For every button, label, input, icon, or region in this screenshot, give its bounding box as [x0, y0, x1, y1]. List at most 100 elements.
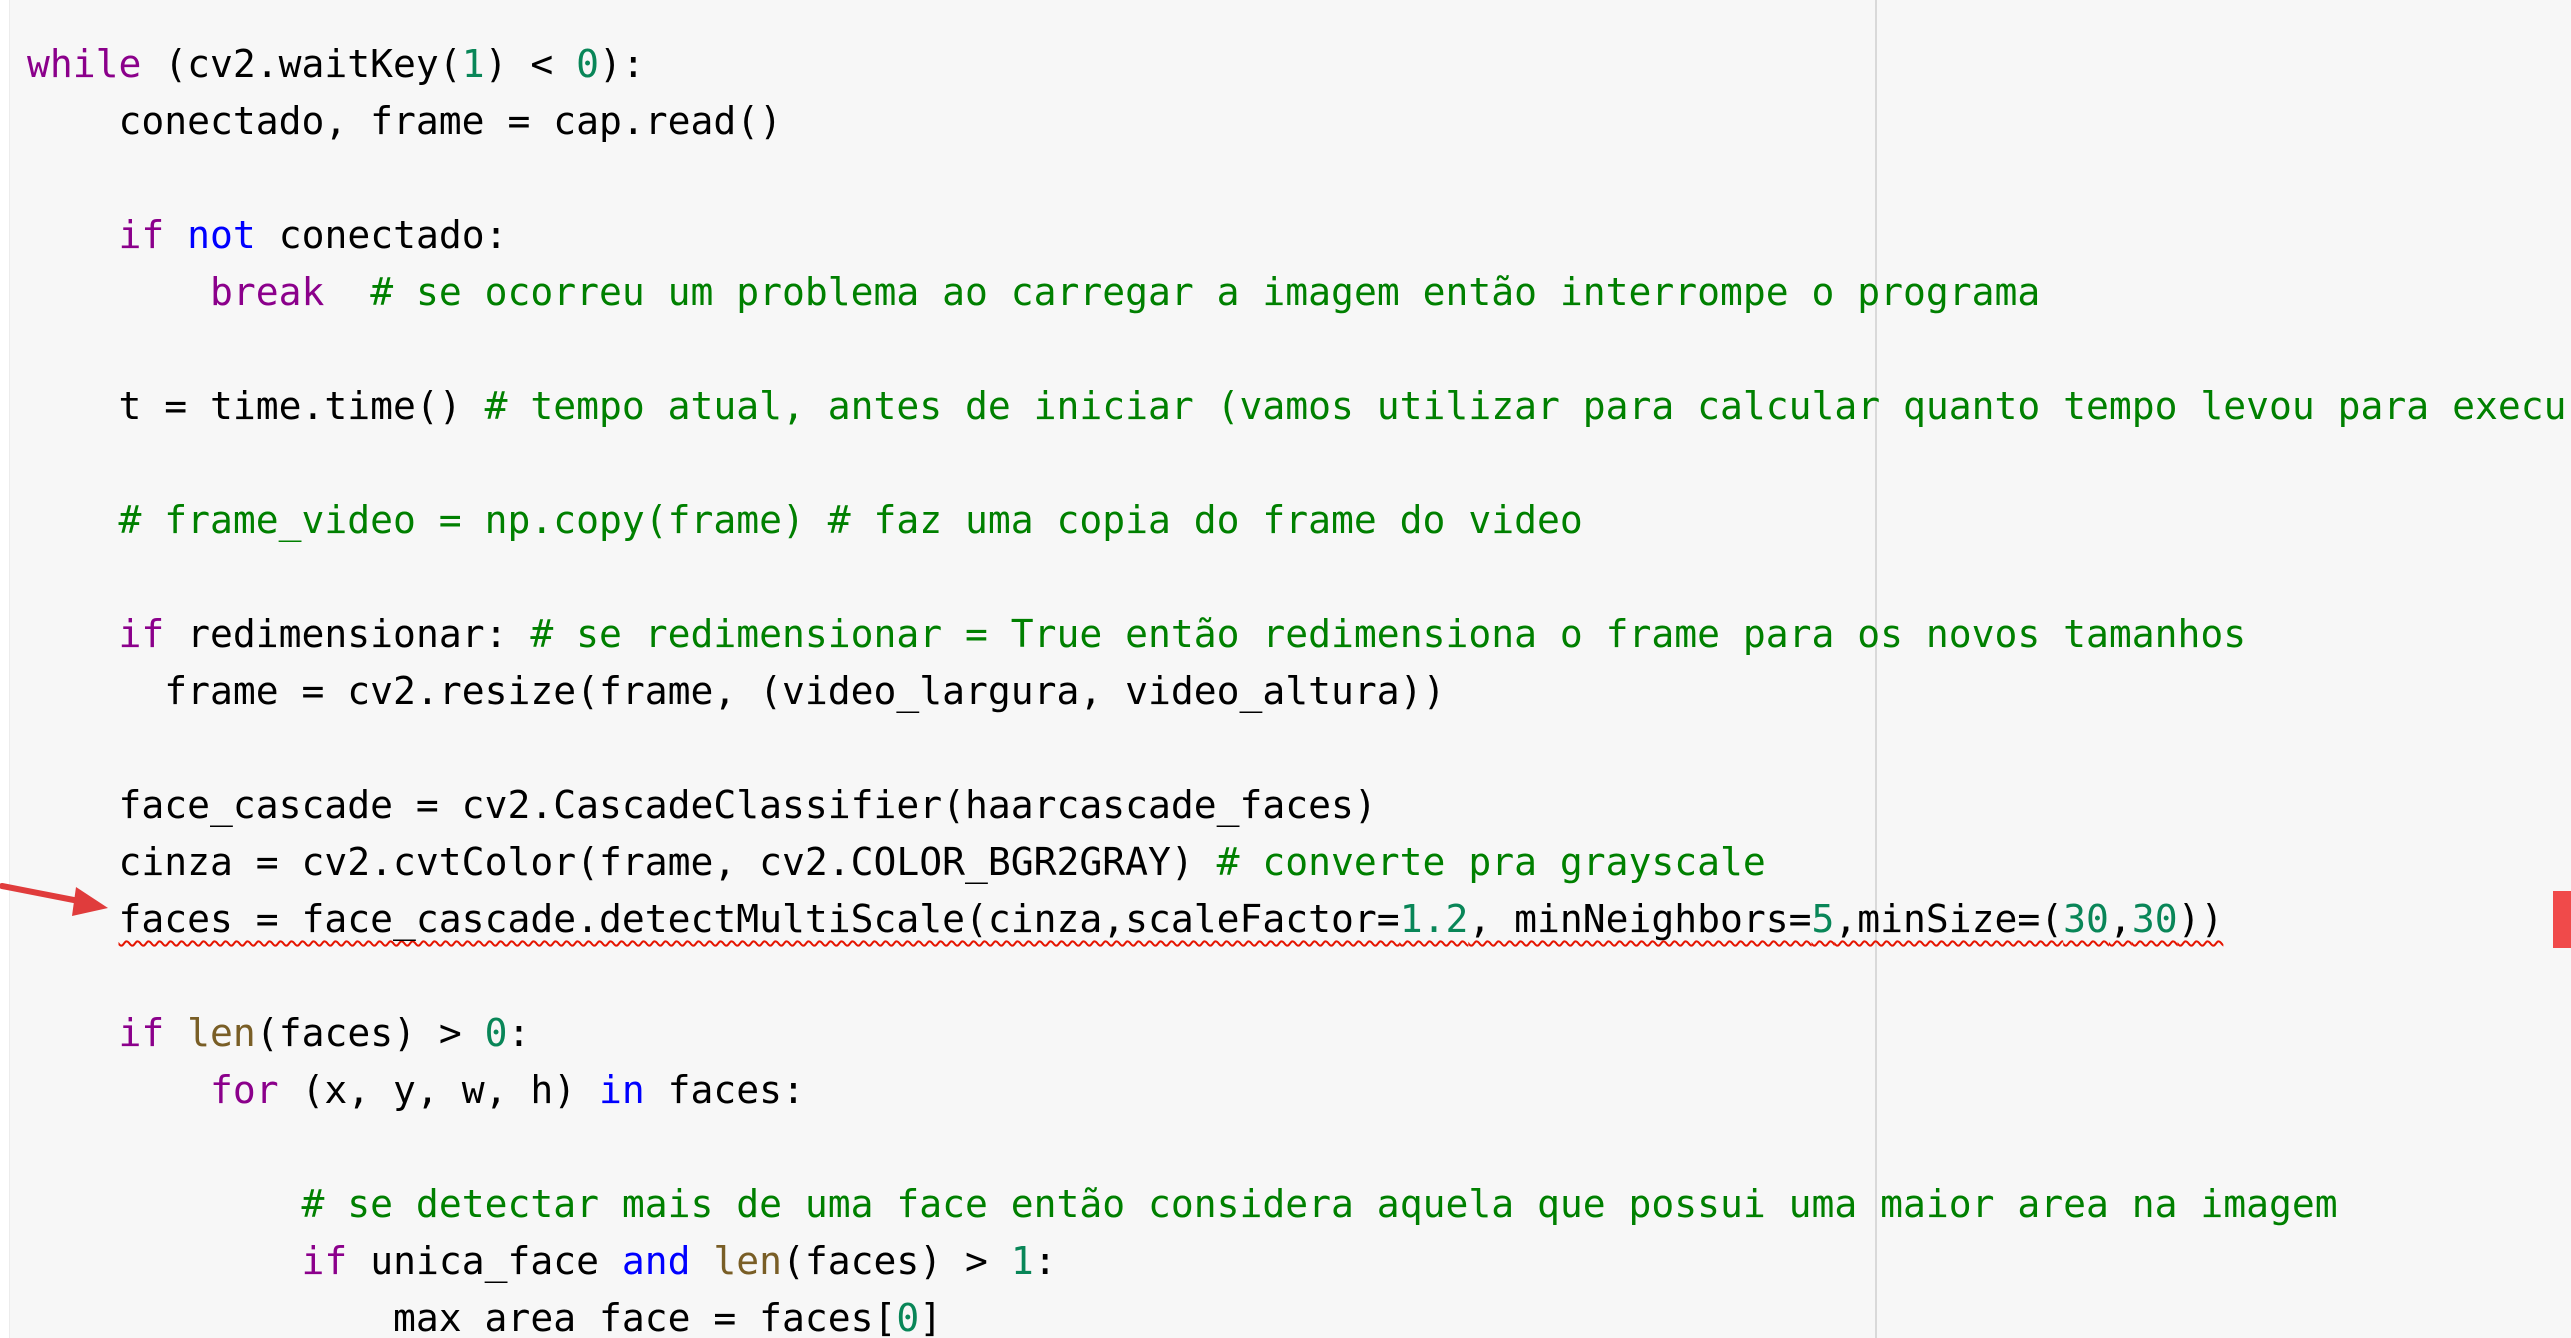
- code-token: # se ocorreu um problema ao carregar a i…: [370, 270, 2041, 314]
- code-token: frame = cv2.resize(frame, (video_largura…: [164, 669, 1446, 713]
- code-token: # se redimensionar = True então redimens…: [530, 612, 2247, 656]
- code-token: # tempo atual, antes de iniciar (vamos u…: [484, 384, 2567, 428]
- code-line[interactable]: [27, 435, 2566, 492]
- code-line[interactable]: frame = cv2.resize(frame, (video_largura…: [27, 663, 2566, 720]
- code-token: (cv2.waitKey(: [141, 42, 462, 86]
- code-token: if: [301, 1239, 348, 1283]
- code-token: 0: [576, 42, 599, 86]
- code-content: break # se ocorreu um problema ao carreg…: [210, 270, 2040, 314]
- code-token: (faces) >: [782, 1239, 1011, 1283]
- code-line[interactable]: faces = face_cascade.detectMultiScale(ci…: [27, 891, 2566, 948]
- code-line[interactable]: if not conectado:: [27, 207, 2566, 264]
- code-content: # se detectar mais de uma face então con…: [302, 1182, 2338, 1226]
- code-token: redimensionar:: [164, 612, 531, 656]
- code-line[interactable]: if unica_face and len(faces) > 1:: [27, 1233, 2566, 1290]
- code-editor[interactable]: while (cv2.waitKey(1) < 0): conectado, f…: [0, 0, 2571, 1338]
- code-token: break: [210, 270, 325, 314]
- code-line[interactable]: [27, 948, 2566, 1005]
- code-content: while (cv2.waitKey(1) < 0):: [27, 42, 645, 86]
- code-token: len: [713, 1239, 783, 1283]
- code-line[interactable]: if redimensionar: # se redimensionar = T…: [27, 606, 2566, 663]
- code-content: # frame_video = np.copy(frame) # faz uma…: [119, 498, 1583, 542]
- code-token: faces:: [644, 1068, 805, 1112]
- code-line[interactable]: [27, 549, 2566, 606]
- code-line[interactable]: if len(faces) > 0:: [27, 1005, 2566, 1062]
- code-token: t = time.time(): [118, 384, 485, 428]
- code-token: conectado, frame = cap.read(): [118, 99, 782, 143]
- code-token: :: [1033, 1239, 1057, 1283]
- code-line[interactable]: [27, 150, 2566, 207]
- code-token: faces = face_cascade.detectMultiScale(ci…: [118, 897, 1400, 941]
- code-content: if unica_face and len(faces) > 1:: [302, 1239, 1057, 1283]
- code-line[interactable]: [27, 321, 2566, 378]
- code-content: cinza = cv2.cvtColor(frame, cv2.COLOR_BG…: [119, 840, 1766, 884]
- code-token: 30: [2063, 897, 2109, 941]
- code-line[interactable]: for (x, y, w, h) in faces:: [27, 1062, 2566, 1119]
- code-token: 0: [484, 1011, 508, 1055]
- code-token: )): [2177, 897, 2224, 941]
- code-token: face_cascade = cv2.CascadeClassifier(haa…: [118, 783, 1377, 827]
- code-content: for (x, y, w, h) in faces:: [210, 1068, 805, 1112]
- code-token: len: [187, 1011, 256, 1055]
- code-token: 1: [1010, 1239, 1034, 1283]
- code-token: ,minSize=(: [1834, 897, 2064, 941]
- code-line[interactable]: t = time.time() # tempo atual, antes de …: [27, 378, 2567, 435]
- code-token: # converte pra grayscale: [1216, 840, 1766, 884]
- code-token: 0: [896, 1296, 920, 1338]
- scrollbar-error-marker[interactable]: [2553, 891, 2571, 948]
- code-token: while: [27, 42, 142, 86]
- code-token: if: [118, 1011, 165, 1055]
- code-line[interactable]: face_cascade = cv2.CascadeClassifier(haa…: [27, 777, 2566, 834]
- error-code-span: faces = face_cascade.detectMultiScale(ci…: [119, 897, 2224, 941]
- code-content: frame = cv2.resize(frame, (video_largura…: [164, 669, 1445, 713]
- code-token: 1.2: [1399, 897, 1469, 941]
- code-token: ,: [2108, 897, 2132, 941]
- code-content: t = time.time() # tempo atual, antes de …: [119, 384, 2567, 428]
- code-line[interactable]: max_area_face = faces[0]: [27, 1290, 2566, 1338]
- code-line[interactable]: [27, 720, 2566, 777]
- code-line[interactable]: # se detectar mais de uma face então con…: [27, 1176, 2566, 1233]
- code-token: cinza = cv2.cvtColor(frame, cv2.COLOR_BG…: [118, 840, 1217, 884]
- code-area[interactable]: while (cv2.waitKey(1) < 0): conectado, f…: [27, 36, 2566, 1338]
- code-content: max_area_face = faces[0]: [393, 1296, 942, 1338]
- code-line[interactable]: cinza = cv2.cvtColor(frame, cv2.COLOR_BG…: [27, 834, 2566, 891]
- code-token: (x, y, w, h): [278, 1068, 599, 1112]
- code-token: in: [598, 1068, 645, 1112]
- code-token: if: [118, 213, 165, 257]
- code-content: conectado, frame = cap.read(): [119, 99, 782, 143]
- code-line[interactable]: # frame_video = np.copy(frame) # faz uma…: [27, 492, 2566, 549]
- code-line[interactable]: while (cv2.waitKey(1) < 0):: [27, 36, 2566, 93]
- code-line[interactable]: conectado, frame = cap.read(): [27, 93, 2566, 150]
- code-token: unica_face: [347, 1239, 622, 1283]
- code-token: , minNeighbors=: [1468, 897, 1812, 941]
- code-token: 5: [1811, 897, 1835, 941]
- code-token: and: [621, 1239, 691, 1283]
- code-content: face_cascade = cv2.CascadeClassifier(haa…: [119, 783, 1377, 827]
- code-token: 30: [2131, 897, 2178, 941]
- editor-gutter: [0, 0, 10, 1338]
- code-content: if len(faces) > 0:: [119, 1011, 531, 1055]
- code-token: if: [118, 612, 165, 656]
- code-token: ):: [598, 42, 645, 86]
- code-token: conectado:: [255, 213, 508, 257]
- code-token: # frame_video = np.copy(frame) # faz uma…: [118, 498, 1583, 542]
- code-token: for: [210, 1068, 279, 1112]
- code-token: # se detectar mais de uma face então con…: [301, 1182, 2338, 1226]
- code-token: ]: [919, 1296, 943, 1338]
- code-line[interactable]: break # se ocorreu um problema ao carreg…: [27, 264, 2566, 321]
- code-line[interactable]: [27, 1119, 2566, 1176]
